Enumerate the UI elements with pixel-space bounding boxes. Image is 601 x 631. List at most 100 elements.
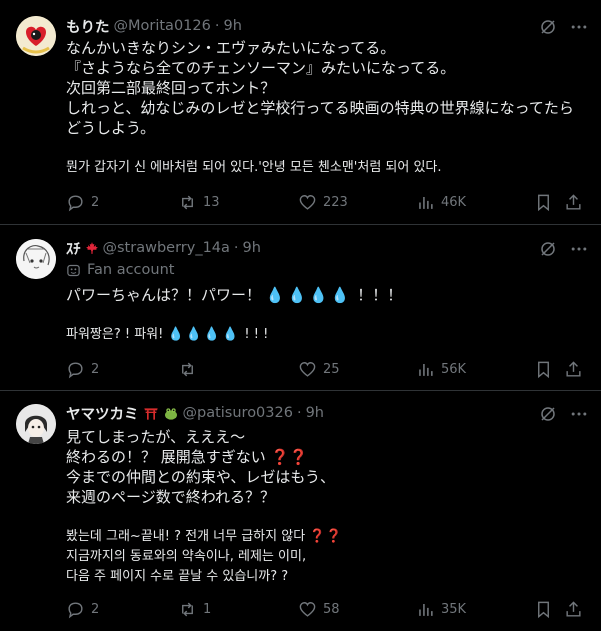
tweet[interactable]: もりた @Morita0126 · 9h なんかいきなりシン・エヴァみたいになっ… (0, 0, 601, 225)
user-handle[interactable]: @Morita0126 (114, 18, 211, 34)
share-icon (566, 193, 581, 210)
repost-icon (182, 362, 193, 376)
heart-icon (299, 361, 316, 377)
translation-segment: 파워짱은? ! 파워! (66, 327, 164, 342)
text-line: パワーちゃんは？！パワー！ 💧💧💧💧 ！！！ (66, 285, 589, 305)
timestamp[interactable]: 9h (223, 18, 241, 34)
reply-count: 2 (91, 361, 100, 377)
theater-mask-icon (66, 263, 81, 278)
text-segment: パワーちゃんは？！パワー！ (66, 286, 262, 304)
drop-emoji-icon: 💧💧💧💧 (167, 327, 241, 342)
text-line: 終わるの！？ 展開急すぎない ❓❓ (66, 447, 589, 467)
view-count: 56K (441, 361, 467, 377)
like-button[interactable]: 223 (298, 192, 348, 212)
grok-icon[interactable] (539, 18, 557, 36)
avatar[interactable] (16, 16, 56, 56)
text-segment: 終わるの！？ 展開急すぎない (66, 448, 266, 466)
tweet-actions: 2 13 223 46K (56, 192, 589, 212)
share-icon (566, 360, 581, 377)
text-line: 来週のページ数で終われる？？ (66, 488, 275, 506)
translation-line: 봤는데 그래~끝내! ? 전개 너무 급하지 않다 ❓❓ (66, 527, 589, 547)
text-line: どうしよう。 (66, 119, 156, 137)
more-options-icon[interactable] (569, 404, 589, 424)
bookmark-button[interactable] (534, 359, 553, 379)
tweet-text: 見てしまったが、えええ〜 終わるの！？ 展開急すぎない ❓❓ 今までの仲間との約… (66, 427, 589, 587)
text-line: しれっと、幼なじみのレゼと学校行ってる映画の特典の世界線になってたら (66, 99, 574, 117)
translation-segment: ! ! ! (244, 327, 269, 342)
tweet-header: もりた @Morita0126 · 9h (66, 16, 541, 36)
reply-icon (68, 361, 83, 378)
like-button[interactable]: 25 (298, 359, 340, 379)
bookmark-button[interactable] (534, 599, 553, 619)
share-icon (566, 600, 581, 617)
display-name[interactable]: もりた (66, 16, 110, 37)
tweet-text: パワーちゃんは？！パワー！ 💧💧💧💧 ！！！ 파워짱은? ! 파워! 💧💧💧💧 … (66, 285, 589, 345)
user-handle[interactable]: @patisuro0326 (183, 405, 293, 421)
bookmark-icon (538, 194, 549, 211)
translation-line: 뭔가 갑자기 신 에바처럼 되어 있다.'안녕 모든 첸소맨'처럼 되어 있다. (66, 160, 442, 175)
view-count: 46K (441, 194, 467, 210)
reply-icon (68, 194, 83, 211)
separator-dot: · (233, 240, 239, 256)
user-handle[interactable]: @strawberry_14a (103, 240, 230, 256)
frog-icon (163, 405, 179, 421)
tweet[interactable]: ヤマツカミ @patisuro0326 · 9h 見てしまったが、えええ〜 終わ… (0, 391, 601, 631)
views-icon (419, 603, 433, 616)
text-line: なんかいきなりシン・エヴァみたいになってる。 (66, 39, 396, 57)
views-button[interactable]: 46K (416, 192, 466, 212)
tweet[interactable]: ｽﾁ @strawberry_14a · 9h Fan account パワーち… (0, 225, 601, 391)
tweet-actions: 2 25 56K (56, 359, 589, 379)
more-options-icon[interactable] (569, 17, 589, 37)
maple-leaf-icon (85, 241, 99, 255)
heart-icon (299, 194, 316, 210)
repost-count: 1 (203, 601, 212, 617)
red-question-icon: ❓❓ (270, 448, 308, 466)
timeline: もりた @Morita0126 · 9h なんかいきなりシン・エヴァみたいになっ… (0, 0, 601, 631)
reply-count: 2 (91, 601, 100, 617)
tweet-header: ヤマツカミ @patisuro0326 · 9h (66, 403, 541, 423)
text-line: 『さようなら全てのチェンソーマン』みたいになってる。 (66, 59, 456, 77)
share-button[interactable] (564, 599, 583, 619)
separator-dot: · (214, 18, 220, 34)
views-button[interactable]: 35K (416, 599, 466, 619)
like-count: 58 (323, 601, 340, 617)
views-icon (419, 363, 433, 376)
like-count: 223 (323, 194, 348, 210)
text-segment: ！！！ (357, 286, 403, 304)
display-name[interactable]: ｽﾁ (66, 238, 81, 259)
shrine-gate-icon (143, 405, 159, 421)
avatar[interactable] (16, 239, 56, 279)
translation-line: 파워짱은? ! 파워! 💧💧💧💧 ! ! ! (66, 325, 589, 345)
fan-account-label: Fan account (66, 260, 174, 280)
repost-button[interactable]: 1 (178, 599, 211, 619)
share-button[interactable] (564, 192, 583, 212)
grok-icon[interactable] (539, 240, 557, 258)
like-count: 25 (323, 361, 340, 377)
timestamp[interactable]: 9h (243, 240, 261, 256)
bookmark-icon (538, 601, 549, 618)
display-name[interactable]: ヤマツカミ (66, 403, 139, 424)
reply-button[interactable]: 2 (66, 359, 99, 379)
translation-line: 지금까지의 동료와의 약속이나, 레제는 이미, (66, 549, 307, 564)
translation-segment: 봤는데 그래~끝내! ? 전개 너무 급하지 않다 (66, 529, 306, 544)
fan-account-text: Fan account (87, 262, 175, 278)
grok-icon[interactable] (539, 405, 557, 423)
repost-icon (182, 602, 193, 616)
tweet-actions: 2 1 58 35K (56, 599, 589, 619)
reply-button[interactable]: 2 (66, 192, 99, 212)
view-count: 35K (441, 601, 467, 617)
drop-emoji-icon: 💧💧💧💧 (265, 286, 353, 304)
views-icon (419, 196, 433, 209)
bookmark-button[interactable] (534, 192, 553, 212)
tweet-header: ｽﾁ @strawberry_14a · 9h (66, 238, 541, 258)
share-button[interactable] (564, 359, 583, 379)
timestamp[interactable]: 9h (306, 405, 324, 421)
avatar[interactable] (16, 404, 56, 444)
red-question-icon: ❓❓ (309, 529, 342, 544)
repost-button[interactable] (178, 359, 203, 379)
more-options-icon[interactable] (569, 239, 589, 259)
views-button[interactable]: 56K (416, 359, 466, 379)
repost-button[interactable]: 13 (178, 192, 220, 212)
like-button[interactable]: 58 (298, 599, 340, 619)
reply-button[interactable]: 2 (66, 599, 99, 619)
